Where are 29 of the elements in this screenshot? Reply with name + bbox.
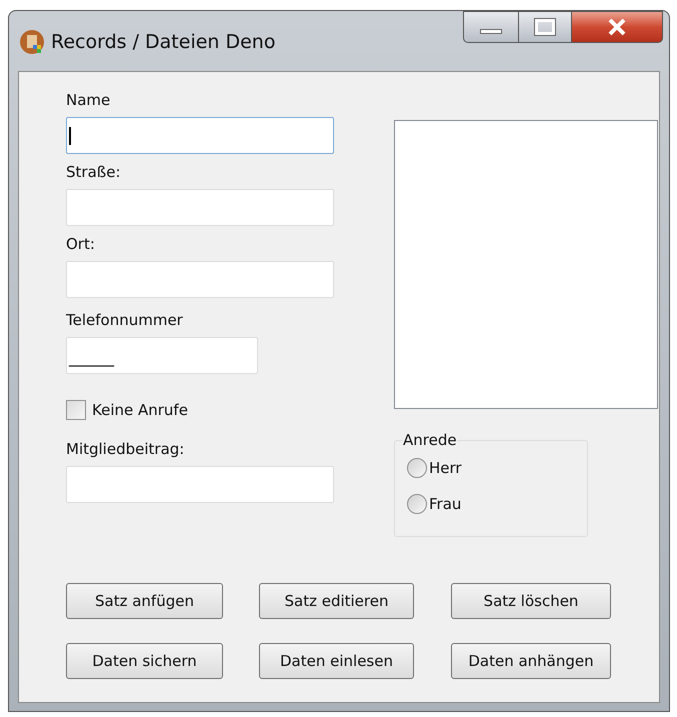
action-button[interactable]: Daten einlesen (259, 643, 414, 679)
text-cursor (69, 126, 71, 144)
window-title: Records / Dateien Deno (51, 30, 276, 55)
radio-button[interactable] (407, 458, 427, 478)
checkbox[interactable] (66, 400, 86, 420)
action-button[interactable]: Satz editieren (259, 583, 414, 619)
field-value: ______ (69, 348, 114, 370)
field-label: Ort: (66, 234, 96, 254)
field-label: Name (66, 90, 112, 110)
maximize-button[interactable] (519, 11, 571, 43)
action-button[interactable]: Daten sichern (66, 643, 223, 679)
radio-button[interactable] (407, 494, 427, 514)
text-field[interactable]: ______ (66, 337, 258, 374)
app-icon (19, 29, 45, 55)
radio-label: Frau (429, 494, 462, 514)
minimize-icon (480, 28, 502, 34)
action-button[interactable]: Satz löschen (451, 583, 611, 619)
field-label: Straße: (66, 162, 122, 182)
close-button[interactable] (571, 11, 663, 43)
maximize-icon (535, 19, 555, 35)
field-label: Telefonnummer (66, 310, 184, 330)
text-field[interactable] (66, 117, 334, 154)
checkbox-label: Keine Anrufe (92, 400, 188, 421)
radio-label: Herr (429, 458, 462, 479)
close-icon (607, 18, 627, 36)
action-button[interactable]: Satz anfügen (66, 583, 223, 619)
action-button[interactable]: Daten anhängen (451, 643, 611, 679)
field-label: Mitgliedbeitrag: (66, 438, 186, 458)
minimize-button[interactable] (463, 11, 519, 43)
